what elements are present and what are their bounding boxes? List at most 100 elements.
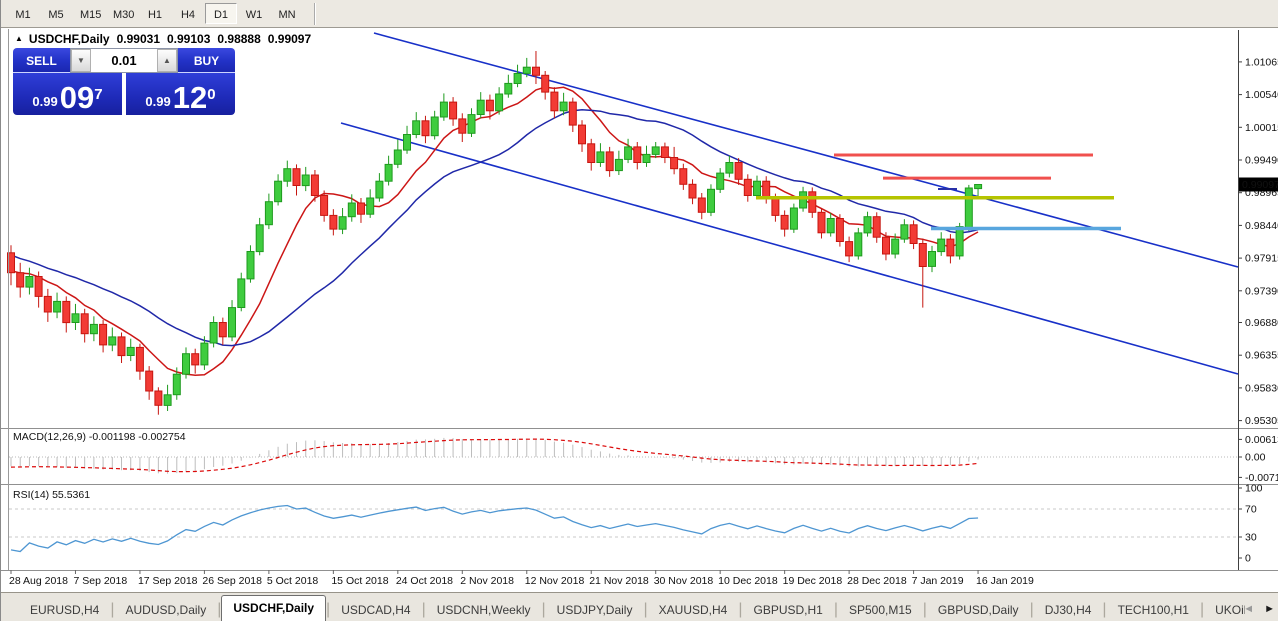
candle (652, 142, 659, 158)
candle-body (35, 277, 42, 297)
candle-body (772, 198, 779, 215)
candle (569, 98, 576, 132)
candle-body (643, 154, 650, 162)
chart-tab-usdcad-h4[interactable]: USDCAD,H4 (330, 599, 421, 621)
price-axis-label: 1.01065 (1245, 56, 1278, 68)
date-axis-label: 28 Aug 2018 (9, 575, 68, 587)
candle-body (275, 181, 282, 202)
chart-tab-xauusd-h4[interactable]: XAUUSD,H4 (648, 599, 739, 621)
volume-input[interactable] (91, 49, 157, 72)
buy-price-prefix: 0.99 (145, 92, 170, 112)
candle (873, 212, 880, 243)
trendline[interactable] (374, 33, 1238, 267)
macd-signal-line (11, 439, 978, 472)
chart-tabs-strip: EURUSD,H4|AUDUSD,Daily|USDCHF,Daily|USDC… (1, 593, 1245, 621)
candle-body (210, 323, 217, 344)
timeframe-button-mn[interactable]: MN (271, 3, 303, 24)
candle (634, 142, 641, 169)
date-axis-label: 24 Oct 2018 (396, 575, 453, 587)
candle-body (450, 102, 457, 119)
timeframe-button-d1[interactable]: D1 (205, 3, 237, 24)
sell-price-big-digits: 09 (60, 84, 94, 112)
macd-indicator-label: MACD(12,26,9) -0.001198 -0.002754 (13, 431, 186, 443)
candle (394, 140, 401, 169)
candle-body (118, 337, 125, 356)
buy-price-display[interactable]: 0.99 12 0 (126, 73, 235, 115)
price-axis-label: 1.00540 (1245, 89, 1278, 101)
timeframe-button-m15[interactable]: M15 (73, 3, 105, 24)
candle-body (164, 395, 171, 406)
chart-tab-usdchf-daily[interactable]: USDCHF,Daily (221, 595, 326, 621)
timeframe-button-h1[interactable]: H1 (139, 3, 171, 24)
candle-body (542, 75, 549, 92)
candle (551, 87, 558, 118)
timeframe-button-m30[interactable]: M30 (106, 3, 138, 24)
candle-body (413, 121, 420, 135)
rsi-line (11, 506, 978, 552)
timeframe-button-m1[interactable]: M1 (7, 3, 39, 24)
chart-tab-dj30-h4[interactable]: DJ30,H4 (1034, 599, 1103, 621)
candle (54, 293, 61, 319)
candle (947, 234, 954, 263)
date-axis-label: 30 Nov 2018 (654, 575, 714, 587)
trendline[interactable] (341, 123, 1238, 374)
sell-button[interactable]: SELL (13, 48, 70, 73)
chart-tab-usdcnh-weekly[interactable]: USDCNH,Weekly (426, 599, 542, 621)
candle-body (827, 219, 834, 233)
candle (809, 187, 816, 218)
timeframe-button-m5[interactable]: M5 (40, 3, 72, 24)
candle-body (321, 196, 328, 216)
candle-body (72, 314, 79, 323)
chart-tab-sp500-m15[interactable]: SP500,M15 (838, 599, 923, 621)
candle (615, 151, 622, 175)
candle (588, 139, 595, 171)
candle (238, 273, 245, 312)
candle-body (809, 192, 816, 213)
candle (579, 120, 586, 152)
candle (431, 111, 438, 140)
candle (708, 184, 715, 216)
chart-tab-tech100-h1[interactable]: TECH100,H1 (1107, 599, 1200, 621)
candle (754, 176, 761, 200)
candle-body (744, 179, 751, 195)
date-axis-label: 28 Dec 2018 (847, 575, 907, 587)
chart-tab-gbpusd-daily[interactable]: GBPUSD,Daily (927, 599, 1030, 621)
candle-body (901, 225, 908, 239)
chart-tab-ukoil-h1[interactable]: UKOil,H1 (1204, 599, 1245, 621)
candle-body (385, 164, 392, 181)
one-click-panel-toggle-icon[interactable]: ▲ (15, 34, 23, 43)
candle (100, 320, 107, 352)
chart-tab-usdjpy-daily[interactable]: USDJPY,Daily (546, 599, 644, 621)
tabs-scroll-left-icon[interactable]: ◄ (1243, 603, 1254, 615)
candle (542, 71, 549, 100)
candle-body (919, 244, 926, 267)
mt4-terminal: M1M5M15M30H1H4D1W1MN 1.010651.005401.000… (0, 0, 1278, 621)
timeframe-button-h4[interactable]: H4 (172, 3, 204, 24)
chart-tab-audusd-daily[interactable]: AUDUSD,Daily (115, 599, 218, 621)
candle-body (523, 67, 530, 73)
candle-body (459, 119, 466, 133)
buy-button[interactable]: BUY (178, 48, 235, 73)
date-axis-label: 19 Dec 2018 (783, 575, 843, 587)
candle (597, 143, 604, 167)
candle (44, 289, 51, 322)
candle (459, 113, 466, 142)
candle (183, 347, 190, 378)
candle-body (339, 217, 346, 230)
chart-tab-eurusd-h4[interactable]: EURUSD,H4 (19, 599, 110, 621)
candle (440, 93, 447, 120)
date-axis-label: 2 Nov 2018 (460, 575, 514, 587)
chart-tab-gbpusd-h1[interactable]: GBPUSD,H1 (742, 599, 833, 621)
candle (229, 300, 236, 341)
tabs-scroll-right-icon[interactable]: ► (1264, 603, 1275, 615)
timeframe-button-w1[interactable]: W1 (238, 3, 270, 24)
candle-body (864, 217, 871, 233)
sell-price-display[interactable]: 0.99 09 7 (13, 73, 122, 115)
volume-decrease-button[interactable]: ▼ (71, 49, 91, 72)
sell-price-prefix: 0.99 (32, 92, 57, 112)
volume-increase-button[interactable]: ▲ (157, 49, 177, 72)
candle (265, 194, 272, 230)
candle-body (367, 198, 374, 214)
price-axis-label: 0.98440 (1245, 220, 1278, 232)
date-axis-label: 12 Nov 2018 (525, 575, 585, 587)
